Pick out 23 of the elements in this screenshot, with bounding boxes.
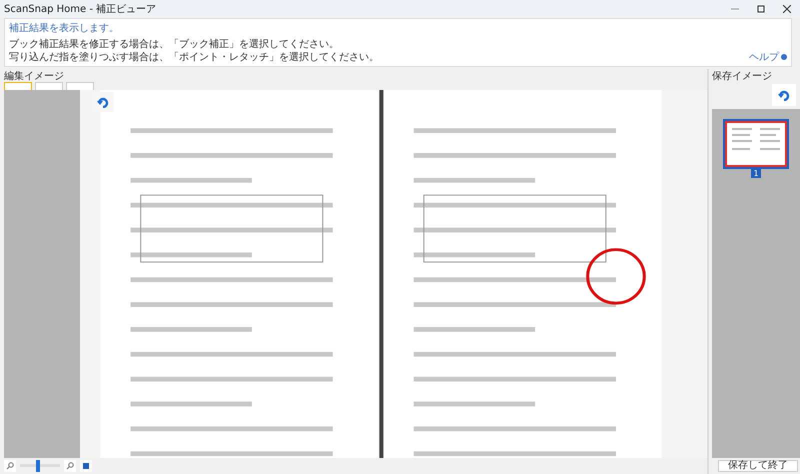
restore-icon [757,5,765,13]
zoom-out-button[interactable] [4,460,16,472]
fit-button[interactable] [80,460,92,472]
instruction-text: 写り込んだ指を塗りつぶす場合は、「ポイント・レタッチ」を選択してください。 [9,52,380,64]
panel-label: 編集イメージ [4,70,65,82]
zoom-in-button[interactable] [64,460,76,472]
zoom-icon [6,462,14,470]
save-and-exit-button[interactable]: 保存して終了 [718,460,798,472]
page-number: 1 [751,169,761,178]
page-thumbnail[interactable] [725,121,787,167]
slider-thumb[interactable] [36,460,40,472]
undo-icon [778,89,790,101]
close-icon [783,5,791,13]
status-message: 補正結果を表示します。 [9,22,120,35]
undo-icon [97,96,109,108]
help-icon [781,54,787,60]
help-link[interactable]: ヘルプ [749,50,787,64]
window-title: ScanSnap Home - 補正ビューア [4,2,158,16]
instruction-text: ブック補正結果を修正する場合は、「ブック補正」を選択してください。 [9,39,340,51]
zoom-icon [66,462,74,470]
undo-button[interactable] [772,84,796,106]
panel-label: 保存イメージ [712,70,773,82]
fit-icon [82,462,90,470]
